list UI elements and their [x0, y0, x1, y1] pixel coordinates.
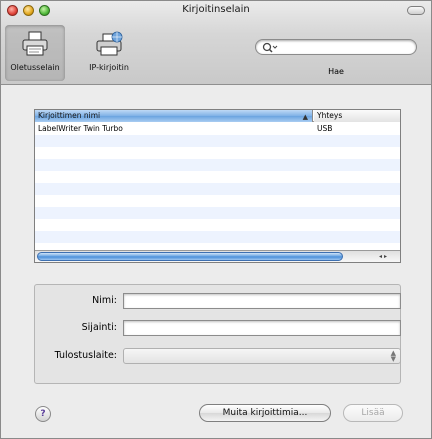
more-printers-button[interactable]: Muita kirjoittimia...	[199, 404, 331, 422]
tab-ip-printer[interactable]: IP-kirjoitin	[73, 25, 145, 81]
network-printer-icon	[96, 31, 123, 56]
updown-arrows-icon: ▲ ▼	[390, 349, 396, 363]
column-header-printer-name-label: Kirjoittimen nimi	[38, 111, 101, 120]
tab-default-browser[interactable]: Oletusselain	[5, 25, 65, 81]
column-header-printer-name[interactable]: Kirjoittimen nimi ▲	[35, 110, 313, 122]
printer-icon	[22, 31, 48, 56]
table-row[interactable]	[35, 231, 400, 243]
print-using-select[interactable]: ▲ ▼	[123, 348, 401, 364]
tab-default-browser-label: Oletusselain	[10, 63, 60, 72]
table-row[interactable]	[35, 219, 400, 231]
column-header-connection[interactable]: Yhteys	[314, 110, 400, 122]
search-input[interactable]	[278, 41, 410, 53]
list-header: Kirjoittimen nimi ▲ Yhteys	[35, 110, 400, 122]
title-toolbar: Kirjoitinselain Oletusselain IP-kirjoiti…	[1, 1, 431, 85]
table-row[interactable]	[35, 135, 400, 147]
window-title: Kirjoitinselain	[182, 4, 250, 15]
table-row[interactable]	[35, 171, 400, 183]
table-row[interactable]	[35, 183, 400, 195]
scrollbar-thumb[interactable]	[37, 252, 343, 261]
print-using-label: Tulostuslaite:	[54, 350, 117, 361]
printer-rows: LabelWriter Twin Turbo USB	[35, 123, 400, 243]
printer-name-cell: LabelWriter Twin Turbo	[38, 124, 123, 133]
sort-ascending-icon: ▲	[302, 113, 308, 121]
help-button[interactable]: ?	[35, 406, 51, 422]
table-row[interactable]: LabelWriter Twin Turbo USB	[35, 123, 400, 135]
search-label: Hae	[328, 67, 344, 76]
toolbar-toggle-button[interactable]	[407, 6, 425, 15]
search-field[interactable]	[255, 39, 417, 55]
name-label: Nimi:	[92, 295, 117, 306]
column-header-connection-label: Yhteys	[317, 111, 343, 120]
name-field[interactable]	[123, 293, 401, 309]
add-button[interactable]: Lisää	[343, 404, 403, 422]
table-row[interactable]	[35, 207, 400, 219]
table-row[interactable]	[35, 195, 400, 207]
printer-list[interactable]: Kirjoittimen nimi ▲ Yhteys LabelWriter T…	[34, 109, 401, 263]
search-icon	[262, 42, 278, 53]
tab-ip-printer-label: IP-kirjoitin	[89, 63, 129, 72]
table-row[interactable]	[35, 159, 400, 171]
printer-details-box: Nimi: Sijainti: Tulostuslaite: ▲ ▼	[34, 284, 401, 384]
connection-cell: USB	[317, 124, 333, 133]
table-row[interactable]	[35, 147, 400, 159]
location-field[interactable]	[123, 320, 401, 336]
location-label: Sijainti:	[81, 322, 117, 333]
horizontal-scrollbar[interactable]: ◂ ▸	[35, 250, 400, 262]
scroll-arrows-icon[interactable]: ◂ ▸	[368, 252, 398, 261]
printer-browser-window: Kirjoitinselain Oletusselain IP-kirjoiti…	[0, 0, 432, 439]
